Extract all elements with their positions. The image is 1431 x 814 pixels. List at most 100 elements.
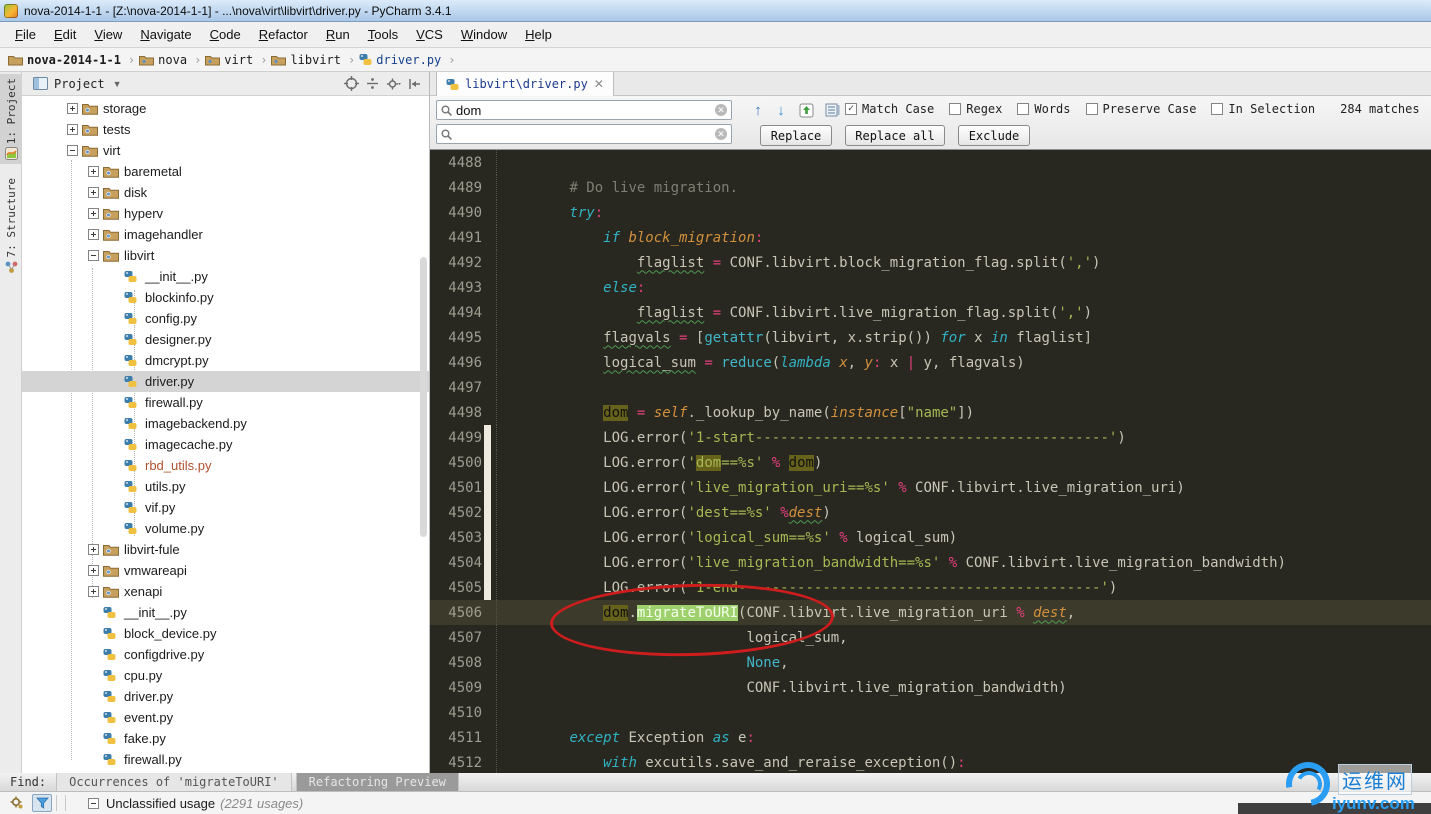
checkbox-preserve-case[interactable]: Preserve Case bbox=[1086, 102, 1197, 116]
tree-item-dmcrypt-py[interactable]: dmcrypt.py bbox=[22, 350, 429, 371]
code-line-4502[interactable]: 4502 LOG.error('dest==%s' %dest) bbox=[430, 500, 1431, 525]
tree-item-fake-py[interactable]: fake.py bbox=[22, 728, 429, 749]
tree-item-configdrive-py[interactable]: configdrive.py bbox=[22, 644, 429, 665]
filter-icon[interactable] bbox=[32, 794, 52, 812]
code-line-4509[interactable]: 4509 CONF.libvirt.live_migration_bandwid… bbox=[430, 675, 1431, 700]
gear-icon[interactable] bbox=[385, 75, 402, 92]
stripe-button-project[interactable]: 1: Project bbox=[0, 74, 22, 164]
code-line-4490[interactable]: 4490 try: bbox=[430, 200, 1431, 225]
tree-item-blockinfo-py[interactable]: blockinfo.py bbox=[22, 287, 429, 308]
previous-match-icon[interactable]: ↑ bbox=[748, 100, 768, 120]
search-input[interactable]: dom ✕ bbox=[436, 100, 732, 120]
usage-tree-node[interactable]: Unclassified usage (2291 usages) bbox=[88, 796, 303, 811]
preview-icon[interactable] bbox=[822, 100, 842, 120]
tree-item-hyperv[interactable]: hyperv bbox=[22, 203, 429, 224]
collapse-icon[interactable] bbox=[67, 145, 78, 156]
settings-gear-icon[interactable] bbox=[6, 794, 26, 812]
expand-icon[interactable] bbox=[67, 124, 78, 135]
code-line-4508[interactable]: 4508 None, bbox=[430, 650, 1431, 675]
expand-icon[interactable] bbox=[88, 166, 99, 177]
expand-icon[interactable] bbox=[88, 187, 99, 198]
bottom-tab-occurrences-of--migratetouri-[interactable]: Occurrences of 'migrateToURI' bbox=[56, 773, 292, 791]
code-line-4498[interactable]: 4498 dom = self._lookup_by_name(instance… bbox=[430, 400, 1431, 425]
tree-item-vmwareapi[interactable]: vmwareapi bbox=[22, 560, 429, 581]
code-line-4491[interactable]: 4491 if block_migration: bbox=[430, 225, 1431, 250]
tree-item-imagehandler[interactable]: imagehandler bbox=[22, 224, 429, 245]
bottom-tab-refactoring-preview[interactable]: Refactoring Preview bbox=[296, 773, 459, 791]
replace-input[interactable]: ✕ bbox=[436, 124, 732, 144]
tree-item-baremetal[interactable]: baremetal bbox=[22, 161, 429, 182]
checkbox-words[interactable]: Words bbox=[1017, 102, 1070, 116]
menu-code[interactable]: Code bbox=[201, 24, 250, 45]
tree-item-vif-py[interactable]: vif.py bbox=[22, 497, 429, 518]
tree-item-block-device-py[interactable]: block_device.py bbox=[22, 623, 429, 644]
button-replace[interactable]: Replace bbox=[760, 125, 832, 146]
clear-replace-icon[interactable]: ✕ bbox=[715, 128, 727, 140]
next-match-icon[interactable]: ↓ bbox=[771, 100, 791, 120]
expand-icon[interactable] bbox=[88, 544, 99, 555]
close-icon[interactable]: ✕ bbox=[594, 78, 604, 90]
code-line-4493[interactable]: 4493 else: bbox=[430, 275, 1431, 300]
tree-item-volume-py[interactable]: volume.py bbox=[22, 518, 429, 539]
code-line-4511[interactable]: 4511 except Exception as e: bbox=[430, 725, 1431, 750]
tree-item-disk[interactable]: disk bbox=[22, 182, 429, 203]
code-line-4495[interactable]: 4495 flagvals = [getattr(libvirt, x.stri… bbox=[430, 325, 1431, 350]
checkbox-in-selection[interactable]: In Selection bbox=[1211, 102, 1315, 116]
clear-search-icon[interactable]: ✕ bbox=[715, 104, 727, 116]
expand-icon[interactable] bbox=[88, 229, 99, 240]
collapse-all-icon[interactable] bbox=[364, 75, 381, 92]
code-line-4510[interactable]: 4510 bbox=[430, 700, 1431, 725]
code-line-4499[interactable]: 4499 LOG.error('1-start-----------------… bbox=[430, 425, 1431, 450]
tree-item-driver-py[interactable]: driver.py bbox=[22, 371, 429, 392]
checkbox-regex[interactable]: Regex bbox=[949, 102, 1002, 116]
checkbox-match-case[interactable]: ✓Match Case bbox=[845, 102, 934, 116]
tree-item-tests[interactable]: tests bbox=[22, 119, 429, 140]
code-line-4489[interactable]: 4489 # Do live migration. bbox=[430, 175, 1431, 200]
button-replace-all[interactable]: Replace all bbox=[845, 125, 945, 146]
expand-icon[interactable] bbox=[88, 565, 99, 576]
menu-run[interactable]: Run bbox=[317, 24, 359, 45]
button-exclude[interactable]: Exclude bbox=[958, 125, 1030, 146]
breadcrumb-item-driver-py[interactable]: driver.py bbox=[359, 53, 441, 67]
tree-item-xenapi[interactable]: xenapi bbox=[22, 581, 429, 602]
breadcrumb-item-nova-2014-1-1[interactable]: nova-2014-1-1 bbox=[8, 53, 121, 67]
expand-icon[interactable] bbox=[88, 208, 99, 219]
menu-tools[interactable]: Tools bbox=[359, 24, 407, 45]
code-line-4496[interactable]: 4496 logical_sum = reduce(lambda x, y: x… bbox=[430, 350, 1431, 375]
menu-navigate[interactable]: Navigate bbox=[131, 24, 200, 45]
menu-edit[interactable]: Edit bbox=[45, 24, 85, 45]
tree-item-firewall-py[interactable]: firewall.py bbox=[22, 392, 429, 413]
tree-item-imagebackend-py[interactable]: imagebackend.py bbox=[22, 413, 429, 434]
tree-item-driver-py[interactable]: driver.py bbox=[22, 686, 429, 707]
code-line-4497[interactable]: 4497 bbox=[430, 375, 1431, 400]
code-line-4504[interactable]: 4504 LOG.error('live_migration_bandwidth… bbox=[430, 550, 1431, 575]
code-line-4503[interactable]: 4503 LOG.error('logical_sum==%s' % logic… bbox=[430, 525, 1431, 550]
menu-file[interactable]: File bbox=[6, 24, 45, 45]
tree-item-config-py[interactable]: config.py bbox=[22, 308, 429, 329]
menu-view[interactable]: View bbox=[85, 24, 131, 45]
tree-item-designer-py[interactable]: designer.py bbox=[22, 329, 429, 350]
menu-refactor[interactable]: Refactor bbox=[250, 24, 317, 45]
code-line-4500[interactable]: 4500 LOG.error('dom==%s' % dom) bbox=[430, 450, 1431, 475]
tree-item-utils-py[interactable]: utils.py bbox=[22, 476, 429, 497]
tree-item---init---py[interactable]: __init__.py bbox=[22, 602, 429, 623]
breadcrumb-item-libvirt[interactable]: libvirt bbox=[271, 53, 341, 67]
tree-item---init---py[interactable]: __init__.py bbox=[22, 266, 429, 287]
stripe-button-structure[interactable]: 7: Structure bbox=[0, 174, 22, 277]
tab-driver-py[interactable]: libvirt\driver.py ✕ bbox=[436, 72, 614, 96]
locate-file-icon[interactable] bbox=[343, 75, 360, 92]
collapse-node-icon[interactable] bbox=[88, 798, 99, 809]
tree-item-rbd-utils-py[interactable]: rbd_utils.py bbox=[22, 455, 429, 476]
menu-window[interactable]: Window bbox=[452, 24, 516, 45]
hide-panel-icon[interactable] bbox=[406, 75, 423, 92]
tree-item-libvirt-fule[interactable]: libvirt-fule bbox=[22, 539, 429, 560]
expand-icon[interactable] bbox=[88, 586, 99, 597]
chevron-down-icon[interactable]: ▼ bbox=[113, 79, 122, 89]
code-line-4492[interactable]: 4492 flaglist = CONF.libvirt.block_migra… bbox=[430, 250, 1431, 275]
code-line-4494[interactable]: 4494 flaglist = CONF.libvirt.live_migrat… bbox=[430, 300, 1431, 325]
tree-item-virt[interactable]: virt bbox=[22, 140, 429, 161]
tree-item-imagecache-py[interactable]: imagecache.py bbox=[22, 434, 429, 455]
tree-item-storage[interactable]: storage bbox=[22, 98, 429, 119]
open-in-find-window-icon[interactable] bbox=[796, 100, 816, 120]
project-scrollbar[interactable] bbox=[420, 257, 427, 537]
